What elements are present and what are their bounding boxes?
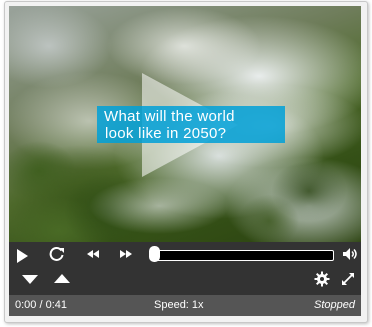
- video-area[interactable]: What will the world look like in 2050?: [9, 6, 361, 242]
- speed-button[interactable]: Speed: 1x: [154, 295, 204, 316]
- rewind-icon[interactable]: [86, 247, 100, 261]
- seek-handle[interactable]: [149, 246, 160, 262]
- video-player: What will the world look like in 2050? 0…: [9, 6, 361, 316]
- gear-icon[interactable]: [314, 271, 330, 287]
- seek-bar[interactable]: [156, 250, 334, 261]
- status-bar: 0:00 / 0:41 Speed: 1x Stopped: [9, 295, 361, 316]
- playback-state: Stopped: [314, 299, 355, 311]
- time-readout: 0:00 / 0:41: [15, 299, 67, 311]
- replay-icon[interactable]: [49, 246, 65, 262]
- play-icon[interactable]: [17, 249, 28, 263]
- control-row-primary: [9, 242, 361, 266]
- fast-forward-icon[interactable]: [119, 247, 133, 261]
- control-row-secondary: [9, 266, 361, 292]
- control-bar: 0:00 / 0:41 Speed: 1x Stopped: [9, 242, 361, 316]
- caption-up-icon[interactable]: [54, 274, 70, 283]
- caption-line-2: look like in 2050?: [105, 125, 227, 142]
- volume-icon[interactable]: [342, 247, 358, 261]
- caption-down-icon[interactable]: [22, 275, 38, 284]
- video-caption: What will the world look like in 2050?: [97, 106, 285, 143]
- caption-line-1: What will the world: [104, 108, 235, 125]
- fullscreen-icon[interactable]: [340, 271, 356, 287]
